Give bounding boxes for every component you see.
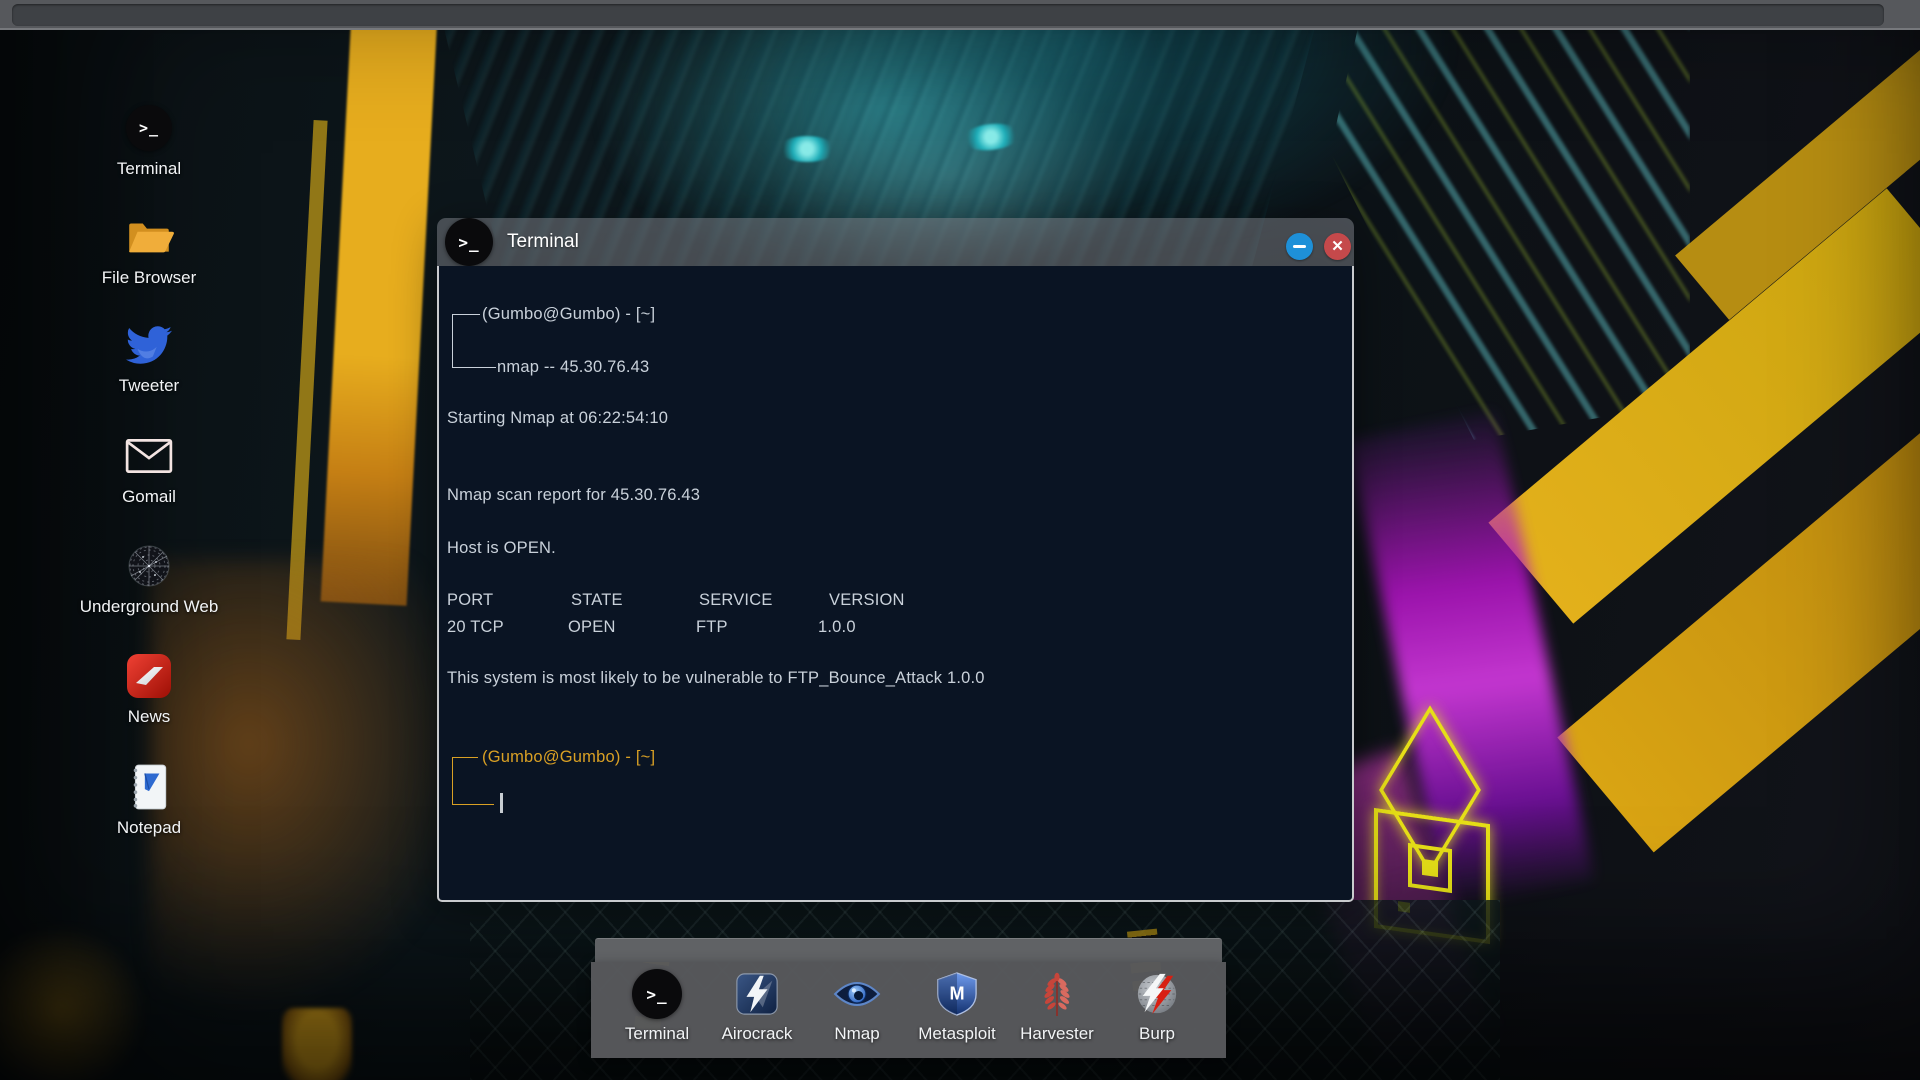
desktop-icon-gomail[interactable]: Gomail (79, 430, 219, 507)
news-icon (125, 650, 173, 702)
minimize-icon (1293, 245, 1306, 248)
prompt-context: (Gumbo@Gumbo) - [~] (482, 748, 656, 766)
nmap-eye-icon (832, 969, 882, 1019)
desktop-icon-news[interactable]: News (79, 650, 219, 727)
table-cell-version: 1.0.0 (818, 618, 856, 636)
table-header-port: PORT (447, 591, 494, 609)
terminal-output-line: Starting Nmap at 06:22:54:10 (447, 409, 669, 427)
dock-item-label: Harvester (1020, 1024, 1094, 1043)
window-title: Terminal (507, 231, 579, 252)
desktop-icon-label: Terminal (116, 159, 182, 178)
dock-item-terminal[interactable]: >_ Terminal (607, 969, 707, 1058)
burp-icon (1134, 969, 1180, 1019)
desktop-icon-label: Underground Web (79, 597, 219, 616)
dock-item-label: Burp (1139, 1024, 1175, 1043)
dock: >_ Terminal Airocrack Nmap M Metasploit … (591, 962, 1226, 1058)
desktop-icon-notepad[interactable]: Notepad (79, 761, 219, 838)
table-header-version: VERSION (829, 591, 905, 609)
table-header-state: STATE (571, 591, 623, 609)
table-cell-service: FTP (696, 618, 728, 636)
desktop-screen: >_ Terminal File Browser Tweeter Gomail … (0, 0, 1920, 1080)
dock-item-label: Metasploit (918, 1024, 996, 1043)
terminal-window: >_ Terminal ✕ (Gumbo@Gumbo) - [~] nmap -… (437, 218, 1354, 902)
notepad-icon (128, 761, 170, 813)
folder-icon (124, 211, 174, 263)
prompt-context: (Gumbo@Gumbo) - [~] (482, 305, 656, 323)
dock-item-airocrack[interactable]: Airocrack (707, 969, 807, 1058)
terminal-icon: >_ (126, 105, 172, 151)
table-cell-state: OPEN (568, 618, 616, 636)
window-titlebar[interactable]: >_ Terminal ✕ (437, 218, 1354, 266)
vulnerability-line: This system is most likely to be vulnera… (447, 669, 985, 687)
airocrack-icon (734, 969, 780, 1019)
close-button[interactable]: ✕ (1324, 233, 1351, 260)
dock-item-label: Terminal (624, 1024, 690, 1043)
dock-item-burp[interactable]: Burp (1107, 969, 1207, 1058)
dock-handle[interactable] (595, 938, 1222, 962)
dock-item-label: Airocrack (721, 1024, 793, 1043)
desktop-icon-tweeter[interactable]: Tweeter (79, 319, 219, 396)
terminal-body[interactable]: (Gumbo@Gumbo) - [~] nmap -- 45.30.76.43 … (437, 266, 1354, 902)
top-panel (0, 0, 1920, 30)
table-cell-port: 20 TCP (447, 618, 504, 636)
metasploit-shield-icon: M (936, 969, 978, 1019)
top-panel-inset (12, 4, 1884, 26)
envelope-icon (124, 430, 174, 482)
svg-text:M: M (949, 984, 964, 1004)
terminal-output-line: Host is OPEN. (447, 539, 556, 557)
desktop-icon-file-browser[interactable]: File Browser (79, 211, 219, 288)
desktop-icon-label: File Browser (101, 268, 197, 287)
text-cursor (500, 793, 503, 813)
web-icon (125, 540, 173, 592)
terminal-icon: >_ (632, 969, 682, 1019)
minimize-button[interactable] (1286, 233, 1313, 260)
desktop-icon-underground-web[interactable]: Underground Web (79, 540, 219, 617)
prompt-command: nmap -- 45.30.76.43 (497, 358, 650, 376)
dock-item-nmap[interactable]: Nmap (807, 969, 907, 1058)
dock-item-harvester[interactable]: Harvester (1007, 969, 1107, 1058)
terminal-icon: >_ (445, 218, 493, 266)
close-icon: ✕ (1331, 238, 1344, 255)
desktop-icon-label: Tweeter (118, 376, 180, 395)
dock-item-label: Nmap (834, 1024, 880, 1043)
table-header-service: SERVICE (699, 591, 773, 609)
desktop-icon-label: News (127, 707, 171, 726)
bird-icon (126, 319, 172, 371)
terminal-output-line: Nmap scan report for 45.30.76.43 (447, 486, 701, 504)
desktop-icon-label: Gomail (122, 487, 176, 506)
harvester-feather-icon (1037, 969, 1077, 1019)
desktop-icon-label: Notepad (116, 818, 182, 837)
dock-item-metasploit[interactable]: M Metasploit (907, 969, 1007, 1058)
desktop-icon-terminal[interactable]: >_ Terminal (79, 102, 219, 179)
